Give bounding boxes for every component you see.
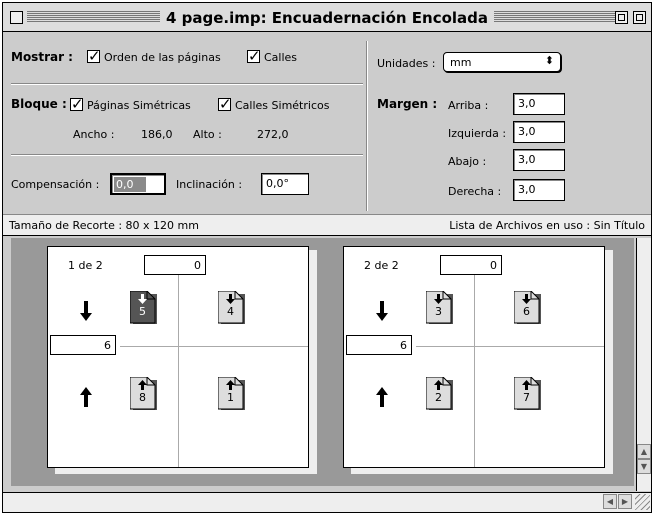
calles-label: Calles <box>264 51 298 64</box>
imposition-sheet[interactable]: 1 de 2 0 6 5 4 8 1 <box>47 246 309 468</box>
unidades-label: Unidades : <box>377 57 436 70</box>
ancho-label: Ancho : <box>73 128 115 141</box>
alto-label: Alto : <box>193 128 222 141</box>
compensacion-field[interactable]: 0,0 <box>114 177 146 192</box>
lista-archivos-text: Lista de Archivos en uso : Sin Título <box>449 219 645 232</box>
sheet-label: 1 de 2 <box>68 259 103 272</box>
compensacion-label: Compensación : <box>11 178 100 191</box>
window: 4 page.imp: Encuadernación Encolada Most… <box>2 2 652 513</box>
imposition-canvas: 1 de 2 0 6 5 4 8 1 2 de 2 0 6 3 6 2 7 <box>11 238 634 486</box>
unidades-select[interactable]: mm ⬍ <box>443 52 561 72</box>
paginas-simetricas-checkbox[interactable] <box>70 95 84 113</box>
title-bar[interactable]: 4 page.imp: Encuadernación Encolada <box>3 3 651 32</box>
page-icon[interactable]: 7 <box>514 377 542 411</box>
page-icon[interactable]: 2 <box>426 377 454 411</box>
calles-checkbox[interactable] <box>247 47 261 65</box>
arrow-down-icon <box>80 301 92 321</box>
horizontal-scrollbar[interactable]: ◀ ▶ <box>3 492 651 512</box>
compensacion-field-frame[interactable]: 0,0 <box>110 173 166 195</box>
divider <box>11 154 363 155</box>
abajo-label: Abajo : <box>448 155 487 168</box>
grid-line <box>474 275 475 467</box>
scroll-up-icon[interactable]: ▲ <box>637 444 651 459</box>
ancho-value: 186,0 <box>141 128 173 141</box>
page-icon[interactable]: 5 <box>130 291 158 325</box>
page-icon[interactable]: 6 <box>514 291 542 325</box>
page-number: 6 <box>523 305 530 318</box>
grid-line <box>120 346 308 347</box>
page-icon[interactable]: 3 <box>426 291 454 325</box>
divider <box>11 83 363 84</box>
imposition-sheet[interactable]: 2 de 2 0 6 3 6 2 7 <box>343 246 605 468</box>
grow-box-icon[interactable] <box>635 494 650 510</box>
orden-paginas-checkbox[interactable] <box>87 47 101 65</box>
offset-top-field[interactable]: 0 <box>144 255 206 275</box>
popup-arrows-icon: ⬍ <box>544 54 554 67</box>
scroll-down-icon[interactable]: ▼ <box>637 459 651 474</box>
grid-line <box>178 275 179 467</box>
status-bar: Tamaño de Recorte : 80 x 120 mm Lista de… <box>3 214 651 236</box>
vertical-divider <box>366 41 367 211</box>
window-title: 4 page.imp: Encuadernación Encolada <box>3 9 651 27</box>
derecha-label: Derecha : <box>448 185 502 198</box>
izquierda-field[interactable]: 3,0 <box>513 121 565 143</box>
scroll-left-icon[interactable]: ◀ <box>603 494 617 509</box>
calles-simetricos-checkbox[interactable] <box>218 95 232 113</box>
page-number: 4 <box>227 305 234 318</box>
bloque-label: Bloque : <box>11 97 67 111</box>
arriba-label: Arriba : <box>448 99 489 112</box>
page-number: 5 <box>139 305 146 318</box>
grid-line <box>416 346 604 347</box>
unidades-value: mm <box>450 56 472 69</box>
page-icon[interactable]: 1 <box>218 377 246 411</box>
page-icon[interactable]: 4 <box>218 291 246 325</box>
arriba-field[interactable]: 3,0 <box>513 93 565 115</box>
page-number: 2 <box>435 391 442 404</box>
alto-value: 272,0 <box>257 128 289 141</box>
offset-left-field[interactable]: 6 <box>50 335 116 355</box>
inclinacion-label: Inclinación : <box>176 178 243 191</box>
arrow-down-icon <box>376 301 388 321</box>
page-number: 8 <box>139 391 146 404</box>
zoom-box-icon[interactable] <box>615 11 628 24</box>
scroll-right-icon[interactable]: ▶ <box>618 494 632 509</box>
abajo-field[interactable]: 3,0 <box>513 149 565 171</box>
sheet-label: 2 de 2 <box>364 259 399 272</box>
orden-paginas-label: Orden de las páginas <box>104 51 221 64</box>
derecha-field[interactable]: 3,0 <box>513 179 565 201</box>
mostrar-label: Mostrar : <box>11 50 73 64</box>
arrow-up-icon <box>376 387 388 407</box>
inclinacion-field[interactable]: 0,0° <box>261 173 309 195</box>
page-number: 1 <box>227 391 234 404</box>
collapse-box-icon[interactable] <box>633 11 646 24</box>
arrow-up-icon <box>80 387 92 407</box>
page-number: 3 <box>435 305 442 318</box>
margen-label: Margen : <box>377 97 438 111</box>
page-number: 7 <box>523 391 530 404</box>
offset-top-field[interactable]: 0 <box>440 255 502 275</box>
calles-simetricos-label: Calles Simétricos <box>235 99 330 112</box>
page-icon[interactable]: 8 <box>130 377 158 411</box>
vertical-scrollbar[interactable]: ▲ ▼ <box>636 238 651 491</box>
paginas-simetricas-label: Páginas Simétricas <box>87 99 191 112</box>
tamano-recorte-text: Tamaño de Recorte : 80 x 120 mm <box>9 219 199 232</box>
offset-left-field[interactable]: 6 <box>346 335 412 355</box>
izquierda-label: Izquierda : <box>448 127 507 140</box>
